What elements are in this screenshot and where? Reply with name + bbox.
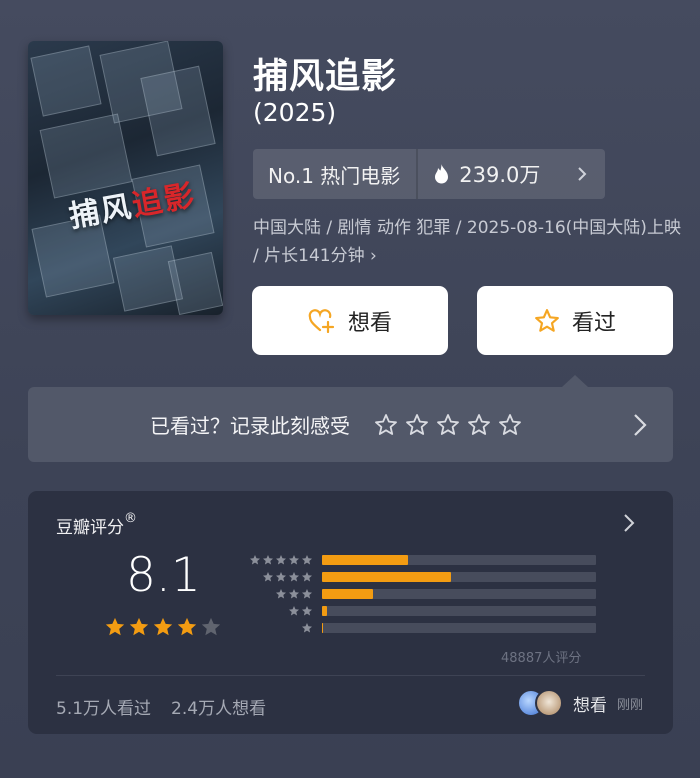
rating-count: 48887人评分 — [501, 651, 582, 666]
divider — [56, 675, 645, 676]
want-button[interactable]: 想看 — [252, 286, 448, 355]
friend-activity[interactable]: 想看 刚刚 — [516, 689, 643, 717]
star-outline-icon[interactable] — [436, 413, 460, 437]
movie-title: 捕风追影 — [253, 57, 398, 97]
heat-value: 239.0万 — [459, 163, 541, 187]
rating-score: 8.1 — [126, 548, 201, 603]
star-outline-icon — [535, 308, 559, 332]
poster-art — [167, 251, 223, 315]
star-small-icon — [289, 571, 299, 581]
douban-rating-card[interactable]: 豆瓣评分® 8.1 48887人评分 5.1万人看过 2.4万人想看 想看 刚刚 — [28, 491, 673, 734]
star-small-icon — [302, 571, 312, 581]
movie-year: (2025) — [253, 98, 337, 127]
distribution-bar — [322, 571, 451, 582]
star-outline-icon[interactable] — [498, 413, 522, 437]
poster-art — [140, 65, 216, 157]
friend-time: 刚刚 — [616, 697, 643, 713]
flame-icon — [435, 164, 449, 184]
star-filled-icon — [129, 617, 149, 636]
star-small-icon — [289, 554, 299, 564]
distribution-track — [322, 622, 596, 633]
star-small-icon — [302, 605, 312, 615]
distribution-row — [243, 621, 596, 634]
distribution-track — [322, 571, 596, 582]
score-stars — [104, 616, 222, 638]
star-small-icon — [276, 588, 286, 598]
distribution-row — [243, 587, 596, 600]
star-filled-icon — [177, 617, 197, 636]
chevron-right-icon[interactable] — [633, 413, 647, 437]
distribution-row — [243, 570, 596, 583]
distribution-track — [322, 554, 596, 565]
star-filled-icon — [105, 617, 125, 636]
record-prompt: 已看过？记录此刻感受 — [150, 414, 350, 438]
star-small-icon — [302, 622, 312, 632]
want-label: 想看 — [347, 310, 392, 336]
star-small-icon — [250, 554, 260, 564]
star-small-icon — [276, 571, 286, 581]
distribution-track — [322, 605, 596, 616]
distribution-bar — [322, 588, 373, 599]
star-filled-icon — [153, 617, 173, 636]
distribution-bar — [322, 605, 328, 616]
star-small-icon — [289, 605, 299, 615]
distribution-row — [243, 553, 596, 566]
distribution-bar — [322, 622, 324, 633]
heat-section: 239.0万 — [418, 159, 577, 189]
heart-plus-icon — [308, 308, 335, 333]
distribution-bar — [322, 554, 409, 565]
chevron-right-icon[interactable] — [623, 513, 635, 533]
star-outline-icon[interactable] — [405, 413, 429, 437]
distribution-track — [322, 588, 596, 599]
star-empty-icon — [201, 617, 221, 636]
distribution-stars — [243, 571, 313, 583]
distribution-stars — [243, 554, 313, 566]
movie-poster[interactable]: 捕风追影 — [28, 41, 223, 315]
watched-count: 5.1万人看过 — [56, 699, 152, 719]
watch-stats: 5.1万人看过 2.4万人想看 — [56, 694, 266, 719]
star-small-icon — [263, 554, 273, 564]
distribution-stars — [243, 622, 313, 634]
avatar — [534, 689, 563, 717]
star-small-icon — [302, 588, 312, 598]
distribution-stars — [243, 605, 313, 617]
seen-label: 看过 — [571, 310, 616, 336]
seen-button[interactable]: 看过 — [477, 286, 673, 355]
star-small-icon — [263, 571, 273, 581]
star-outline-icon[interactable] — [467, 413, 491, 437]
chevron-right-icon — [578, 167, 587, 181]
friend-action: 想看 — [572, 695, 607, 716]
rating-stars-input[interactable] — [374, 413, 522, 437]
rating-title: 豆瓣评分® — [56, 511, 137, 538]
star-outline-icon[interactable] — [374, 413, 398, 437]
distribution-row — [243, 604, 596, 617]
distribution-stars — [243, 588, 313, 600]
rank-label: No.1 热门电影 — [253, 149, 419, 199]
poster-art — [30, 45, 102, 117]
star-small-icon — [276, 554, 286, 564]
movie-meta[interactable]: 中国大陆 / 剧情 动作 犯罪 / 2025-08-16(中国大陆)上映 / 片… — [253, 214, 683, 270]
star-small-icon — [289, 588, 299, 598]
wanted-count: 2.4万人想看 — [171, 699, 267, 719]
rank-chip[interactable]: No.1 热门电影 239.0万 — [253, 149, 605, 199]
star-small-icon — [302, 554, 312, 564]
record-feeling-bar[interactable]: 已看过？记录此刻感受 — [28, 387, 673, 462]
popover-pointer — [562, 375, 588, 387]
